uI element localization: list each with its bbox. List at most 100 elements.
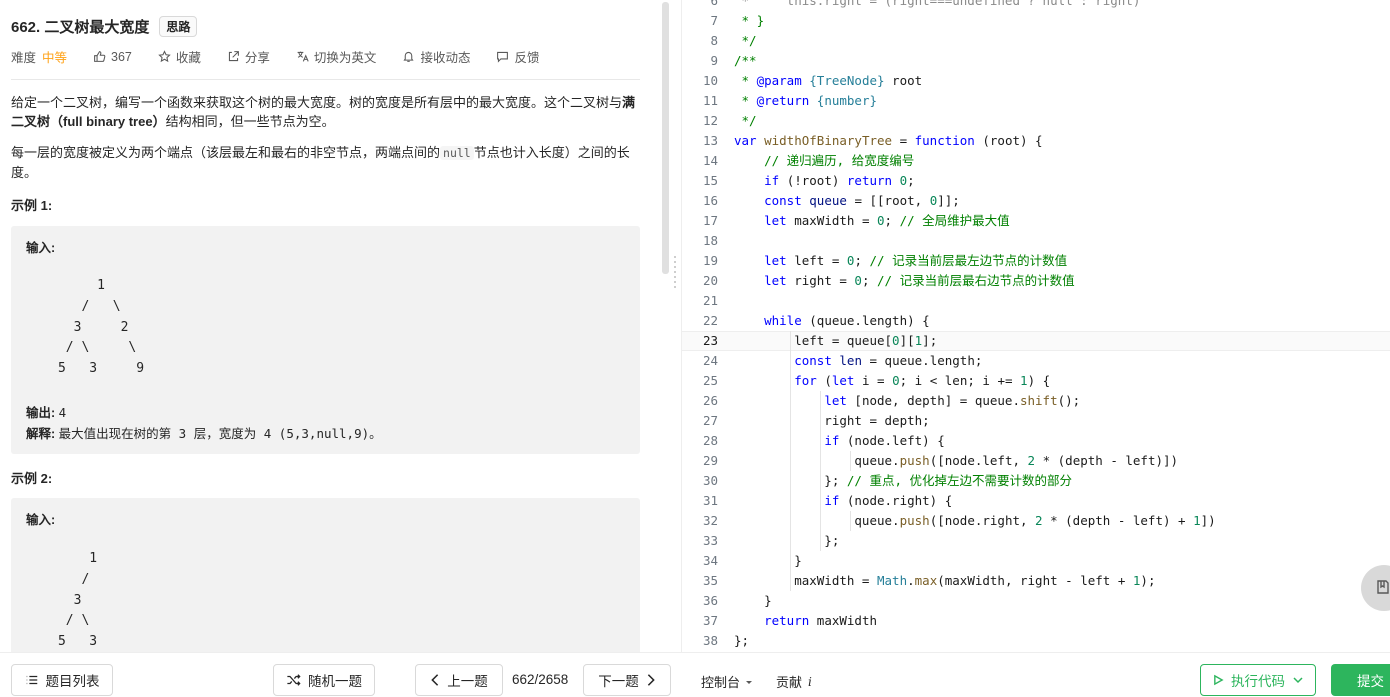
bottom-toolbar: 题目列表 随机一题 上一题 662/2658 下一题 控制台 贡献 i 执行代码… <box>0 652 1390 697</box>
code-line[interactable]: 7 * } <box>682 11 1390 31</box>
hint-tag[interactable]: 思路 <box>159 16 198 37</box>
code-line[interactable]: 38}; <box>682 631 1390 651</box>
line-number: 18 <box>702 233 718 248</box>
share-icon <box>228 51 239 62</box>
chevron-left-icon <box>431 674 439 686</box>
share-button[interactable]: 分享 <box>227 47 270 66</box>
code-token: (node.left) { <box>839 433 945 448</box>
code-token: // 全局维护最大值 <box>899 213 1010 228</box>
code-text: queue.push([node.left, 2 * (depth - left… <box>734 451 1178 471</box>
previous-problem-label: 上一题 <box>447 674 488 689</box>
code-text: for (let i = 0; i < len; i += 1) { <box>734 371 1050 391</box>
line-number: 25 <box>702 373 718 388</box>
explanation-label: 解释: <box>26 427 56 441</box>
subscribe-button[interactable]: 接收动态 <box>402 47 470 66</box>
code-token: 0 <box>854 273 862 288</box>
example-1-box: 输入: 1 / \ 3 2 / \ \ 5 3 9 输出: 4 解释: 最大值出… <box>11 226 640 454</box>
code-line[interactable]: 34 } <box>682 551 1390 571</box>
bell-icon <box>403 51 414 62</box>
next-problem-button[interactable]: 下一题 <box>583 664 671 696</box>
code-line[interactable]: 22 while (queue.length) { <box>682 311 1390 331</box>
code-token: return <box>764 613 810 628</box>
code-token: 0 <box>877 213 885 228</box>
code-line[interactable]: 31 if (node.right) { <box>682 491 1390 511</box>
code-editor[interactable]: 6 * this.right = (right===undefined ? nu… <box>682 0 1390 652</box>
code-line[interactable]: 11 * @return {number} <box>682 91 1390 111</box>
console-label: 控制台 <box>701 675 741 690</box>
problem-meta-row: 难度 中等 367 收藏 分享 切换为英文 接收动态 反馈 <box>11 47 565 66</box>
line-number: 13 <box>702 133 718 148</box>
like-button[interactable]: 367 <box>93 50 132 64</box>
caret-down-icon <box>746 680 753 684</box>
favorite-button[interactable]: 收藏 <box>158 47 201 66</box>
description-scrollbar[interactable] <box>662 2 669 274</box>
code-token: 1 <box>1020 373 1028 388</box>
code-line[interactable]: 18 <box>682 231 1390 251</box>
line-number: 10 <box>702 73 718 88</box>
code-line[interactable]: 25 for (let i = 0; i < len; i += 1) { <box>682 371 1390 391</box>
code-token: } <box>734 553 802 568</box>
code-line[interactable]: 30 }; // 重点, 优化掉左边不需要计数的部分 <box>682 471 1390 491</box>
problem-title: 662. 二叉树最大宽度 <box>11 19 150 36</box>
code-line[interactable]: 23 left = queue[0][1]; <box>682 331 1390 351</box>
code-token: ([node.left, <box>929 453 1028 468</box>
code-line[interactable]: 14 // 递归遍历, 给宽度编号 <box>682 151 1390 171</box>
code-line[interactable]: 29 queue.push([node.left, 2 * (depth - l… <box>682 451 1390 471</box>
code-line[interactable]: 13 var widthOfBinaryTree = function (root… <box>682 131 1390 151</box>
feedback-button[interactable]: 反馈 <box>496 47 539 66</box>
switch-language-button[interactable]: 切换为英文 <box>296 47 376 66</box>
code-line[interactable]: 36 } <box>682 591 1390 611</box>
code-line[interactable]: 6 * this.right = (right===undefined ? nu… <box>682 0 1390 11</box>
code-line[interactable]: 27 right = depth; <box>682 411 1390 431</box>
code-line[interactable]: 19 let left = 0; // 记录当前层最左边节点的计数值 <box>682 251 1390 271</box>
line-number: 12 <box>702 113 718 128</box>
panel-resize-handle[interactable] <box>674 256 677 296</box>
code-line[interactable]: 28 if (node.left) { <box>682 431 1390 451</box>
submit-button[interactable]: 提交 <box>1331 664 1390 696</box>
console-toggle[interactable]: 控制台 <box>701 672 754 691</box>
code-line[interactable]: 15 if (!root) return 0; <box>682 171 1390 191</box>
code-line[interactable]: 8 */ <box>682 31 1390 51</box>
previous-problem-button[interactable]: 上一题 <box>415 664 503 696</box>
code-line[interactable]: 33 }; <box>682 531 1390 551</box>
share-label: 分享 <box>244 51 270 65</box>
info-icon: i <box>808 674 812 689</box>
code-token: let <box>764 273 787 288</box>
code-line[interactable]: 32 queue.push([node.right, 2 * (depth - … <box>682 511 1390 531</box>
run-code-button[interactable]: 执行代码 <box>1200 664 1316 696</box>
code-text: }; <box>734 531 839 551</box>
code-token: // 重点, 优化掉左边不需要计数的部分 <box>846 473 1073 488</box>
code-line[interactable]: 17 let maxWidth = 0; // 全局维护最大值 <box>682 211 1390 231</box>
code-text: right = depth; <box>734 411 929 431</box>
code-line[interactable]: 21 <box>682 291 1390 311</box>
problem-title-row: 662. 二叉树最大宽度 思路 <box>11 16 198 37</box>
code-line[interactable]: 16 const queue = [[root, 0]]; <box>682 191 1390 211</box>
problem-list-button[interactable]: 题目列表 <box>11 664 113 696</box>
line-number: 22 <box>702 313 718 328</box>
contribute-button[interactable]: 贡献 i <box>776 672 812 691</box>
example-2-title: 示例 2: <box>11 471 53 486</box>
example-2-tree: 1 / 3 / \ 5 3 <box>57 551 98 649</box>
random-problem-button[interactable]: 随机一题 <box>273 664 375 696</box>
code-token: * (depth - left)]) <box>1035 453 1179 468</box>
code-token: if <box>824 493 840 508</box>
code-token: 0 <box>899 173 908 188</box>
difficulty-value: 中等 <box>42 51 68 65</box>
code-token: maxWidth <box>809 613 877 628</box>
code-line[interactable]: 12 */ <box>682 111 1390 131</box>
code-token: (maxWidth, right - left + <box>937 573 1133 588</box>
example-1-title: 示例 1: <box>11 198 53 213</box>
code-line[interactable]: 9 /** <box>682 51 1390 71</box>
code-line[interactable]: 26 let [node, depth] = queue.shift(); <box>682 391 1390 411</box>
indent-guide <box>850 511 852 531</box>
code-token: @return <box>756 93 810 108</box>
code-line[interactable]: 37 return maxWidth <box>682 611 1390 631</box>
code-token: */ <box>734 113 757 128</box>
code-line[interactable]: 20 let right = 0; // 记录当前层最右边节点的计数值 <box>682 271 1390 291</box>
code-line[interactable]: 10 * @param {TreeNode} root <box>682 71 1390 91</box>
code-line[interactable]: 35 maxWidth = Math.max(maxWidth, right -… <box>682 571 1390 591</box>
code-line[interactable]: 24 const len = queue.length; <box>682 351 1390 371</box>
